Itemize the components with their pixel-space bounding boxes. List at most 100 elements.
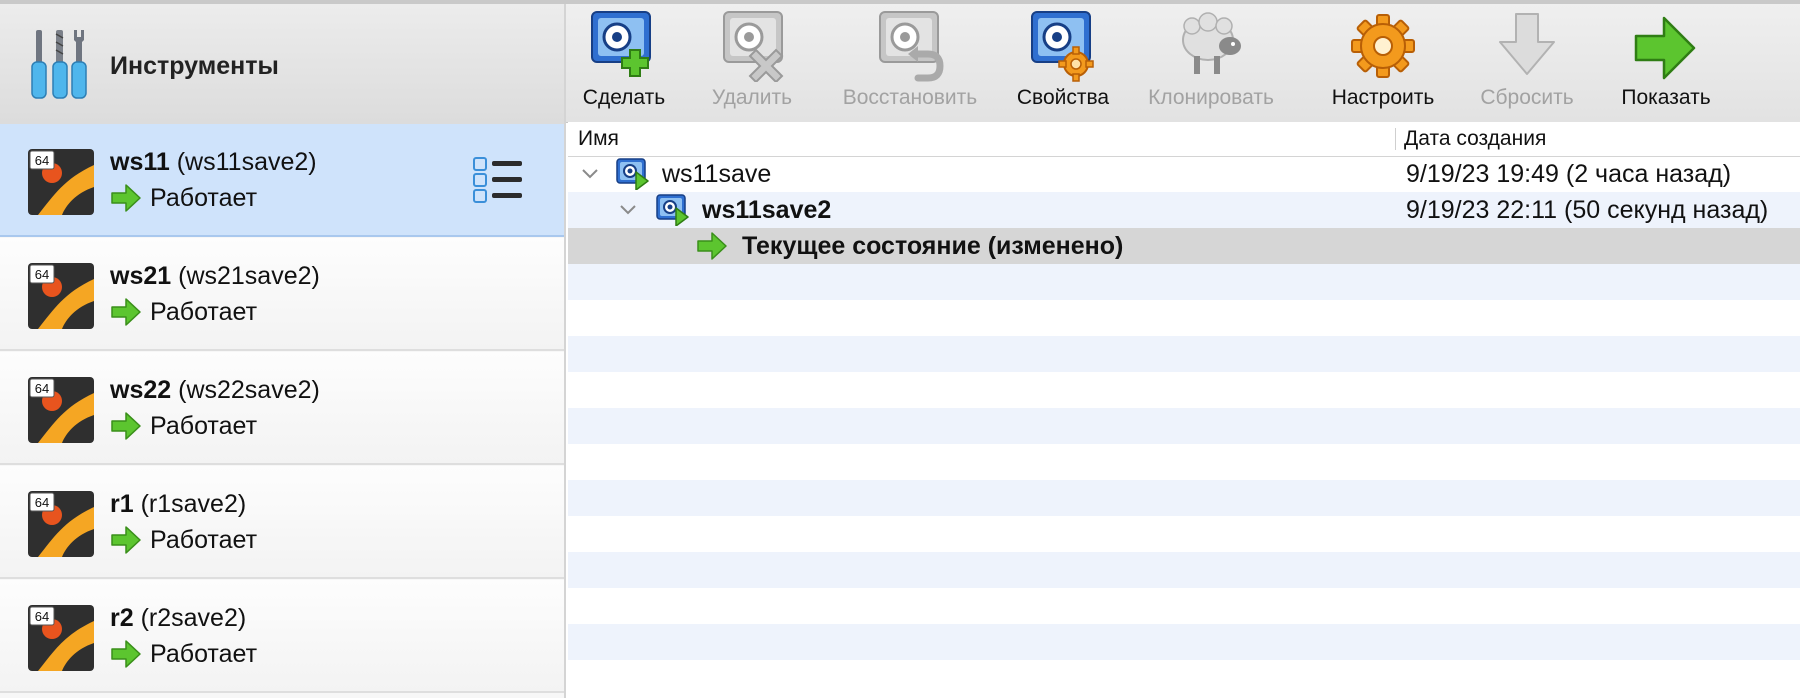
column-divider	[1395, 128, 1396, 150]
snapshot-date: 9/19/23 19:49 (2 часа назад)	[1406, 160, 1732, 188]
take-snapshot-button[interactable]: Сделать	[566, 4, 682, 122]
snapshot-name: ws11save	[662, 160, 772, 188]
os-badge: 64	[35, 609, 49, 624]
restore-snapshot-button[interactable]: Восстановить	[822, 4, 998, 122]
vm-item-ws11[interactable]: 64 ws11 (ws11save2) Работает	[0, 124, 564, 237]
configure-button[interactable]: Настроить	[1322, 4, 1444, 122]
vm-snapshot-name: (ws11save2)	[176, 148, 317, 176]
chevron-down-icon[interactable]	[618, 202, 638, 218]
vm-name-bold: r1	[110, 490, 134, 518]
vm-snapshot-name: (r2save2)	[140, 604, 247, 632]
vm-list-sidebar: Инструменты 64 ws11 (ws11save2) Работает	[0, 4, 566, 698]
delete-snapshot-icon	[723, 11, 784, 82]
vm-name-bold: ws11	[110, 148, 170, 176]
vm-item-r1[interactable]: 64 r1 (r1save2) Работает	[0, 466, 564, 579]
running-arrow-icon	[111, 298, 141, 326]
empty-row	[568, 516, 1800, 552]
running-arrow-icon	[111, 640, 141, 668]
vm-name: r2 (r2save2)	[110, 604, 246, 633]
clone-sheep-icon	[1182, 12, 1241, 74]
chevron-down-icon[interactable]	[580, 166, 600, 182]
os-badge: 64	[35, 381, 49, 396]
os-ubuntu-64-icon: 64	[28, 263, 94, 329]
vm-state-label: Работает	[150, 640, 258, 668]
empty-row	[568, 624, 1800, 660]
os-ubuntu-64-icon: 64	[28, 491, 94, 557]
empty-row	[568, 264, 1800, 300]
configure-label: Настроить	[1331, 86, 1435, 109]
current-state-row[interactable]: Текущее состояние (изменено)	[568, 228, 1800, 264]
vm-name-bold: ws21	[110, 262, 172, 290]
vm-item-r2[interactable]: 64 r2 (r2save2) Работает	[0, 580, 564, 693]
vm-state-label: Работает	[150, 526, 258, 554]
vm-name-bold: ws22	[110, 376, 172, 404]
snapshot-date: 9/19/23 22:11 (50 секунд назад)	[1406, 196, 1769, 224]
os-ubuntu-64-icon: 64	[28, 149, 94, 215]
snapshot-name: Текущее состояние (изменено)	[742, 232, 1124, 260]
empty-row	[568, 480, 1800, 516]
running-arrow-icon	[111, 526, 141, 554]
running-arrow-icon	[111, 412, 141, 440]
vm-name: ws21 (ws21save2)	[110, 262, 320, 291]
tools-label: Инструменты	[110, 52, 279, 80]
vm-name-bold: r2	[110, 604, 134, 632]
column-header-date[interactable]: Дата создания	[1404, 127, 1546, 151]
snapshot-properties-button[interactable]: Свойства	[1002, 4, 1124, 122]
vm-snapshot-name: (ws22save2)	[178, 376, 320, 404]
snapshot-tree: Имя Дата создания ws11save 9/19/23 19:49…	[568, 122, 1800, 698]
snapshot-row[interactable]: ws11save2 9/19/23 22:11 (50 секунд назад…	[568, 192, 1800, 228]
vm-name: ws22 (ws22save2)	[110, 376, 320, 405]
os-badge: 64	[35, 267, 49, 282]
take-snapshot-label: Сделать	[582, 86, 666, 109]
vm-item-ws22[interactable]: 64 ws22 (ws22save2) Работает	[0, 352, 564, 465]
tree-header: Имя Дата создания	[568, 122, 1800, 157]
restore-snapshot-label: Восстановить	[842, 86, 978, 109]
os-ubuntu-64-icon: 64	[28, 377, 94, 443]
delete-snapshot-button[interactable]: Удалить	[686, 4, 818, 122]
column-header-name[interactable]: Имя	[578, 127, 619, 151]
machine-tools-menu-icon[interactable]	[472, 154, 524, 206]
vm-state-label: Работает	[150, 298, 258, 326]
discard-button[interactable]: Сбросить	[1466, 4, 1588, 122]
vm-state-label: Работает	[150, 184, 258, 212]
running-arrow-icon	[111, 184, 141, 212]
vm-snapshot-name: (ws21save2)	[178, 262, 320, 290]
snapshot-name: ws11save2	[702, 196, 832, 224]
empty-row	[568, 408, 1800, 444]
show-arrow-right-icon	[1634, 16, 1696, 80]
tools-icon	[31, 30, 87, 99]
vm-name: r1 (r1save2)	[110, 490, 246, 519]
discard-arrow-down-icon	[1499, 13, 1555, 75]
tools-item[interactable]: Инструменты	[0, 4, 564, 125]
show-button[interactable]: Показать	[1606, 4, 1726, 122]
snapshot-icon	[616, 158, 649, 190]
show-label: Показать	[1621, 86, 1711, 109]
take-snapshot-icon	[591, 11, 651, 77]
vm-name: ws11 (ws11save2)	[110, 148, 317, 177]
running-arrow-icon	[697, 232, 727, 260]
os-ubuntu-64-icon: 64	[28, 605, 94, 671]
vm-snapshot-name: (r1save2)	[140, 490, 247, 518]
snapshot-toolbar: Сделать Удалить Восстановить Свойства Кл…	[566, 4, 1800, 123]
empty-row	[568, 660, 1800, 696]
snapshot-properties-label: Свойства	[1016, 86, 1110, 109]
empty-row	[568, 300, 1800, 336]
empty-row	[568, 552, 1800, 588]
os-badge: 64	[35, 153, 49, 168]
snapshot-icon	[656, 194, 689, 226]
vm-state-label: Работает	[150, 412, 258, 440]
empty-row	[568, 588, 1800, 624]
os-badge: 64	[35, 495, 49, 510]
discard-label: Сбросить	[1480, 86, 1574, 109]
gear-icon	[1351, 14, 1415, 78]
snapshot-properties-icon	[1031, 11, 1094, 82]
empty-row	[568, 336, 1800, 372]
delete-snapshot-label: Удалить	[711, 86, 793, 109]
clone-button[interactable]: Клонировать	[1128, 4, 1294, 122]
clone-label: Клонировать	[1148, 86, 1274, 109]
restore-snapshot-icon	[879, 11, 944, 82]
empty-row	[568, 372, 1800, 408]
empty-row	[568, 444, 1800, 480]
vm-item-ws21[interactable]: 64 ws21 (ws21save2) Работает	[0, 238, 564, 351]
snapshot-row[interactable]: ws11save 9/19/23 19:49 (2 часа назад)	[568, 156, 1800, 192]
